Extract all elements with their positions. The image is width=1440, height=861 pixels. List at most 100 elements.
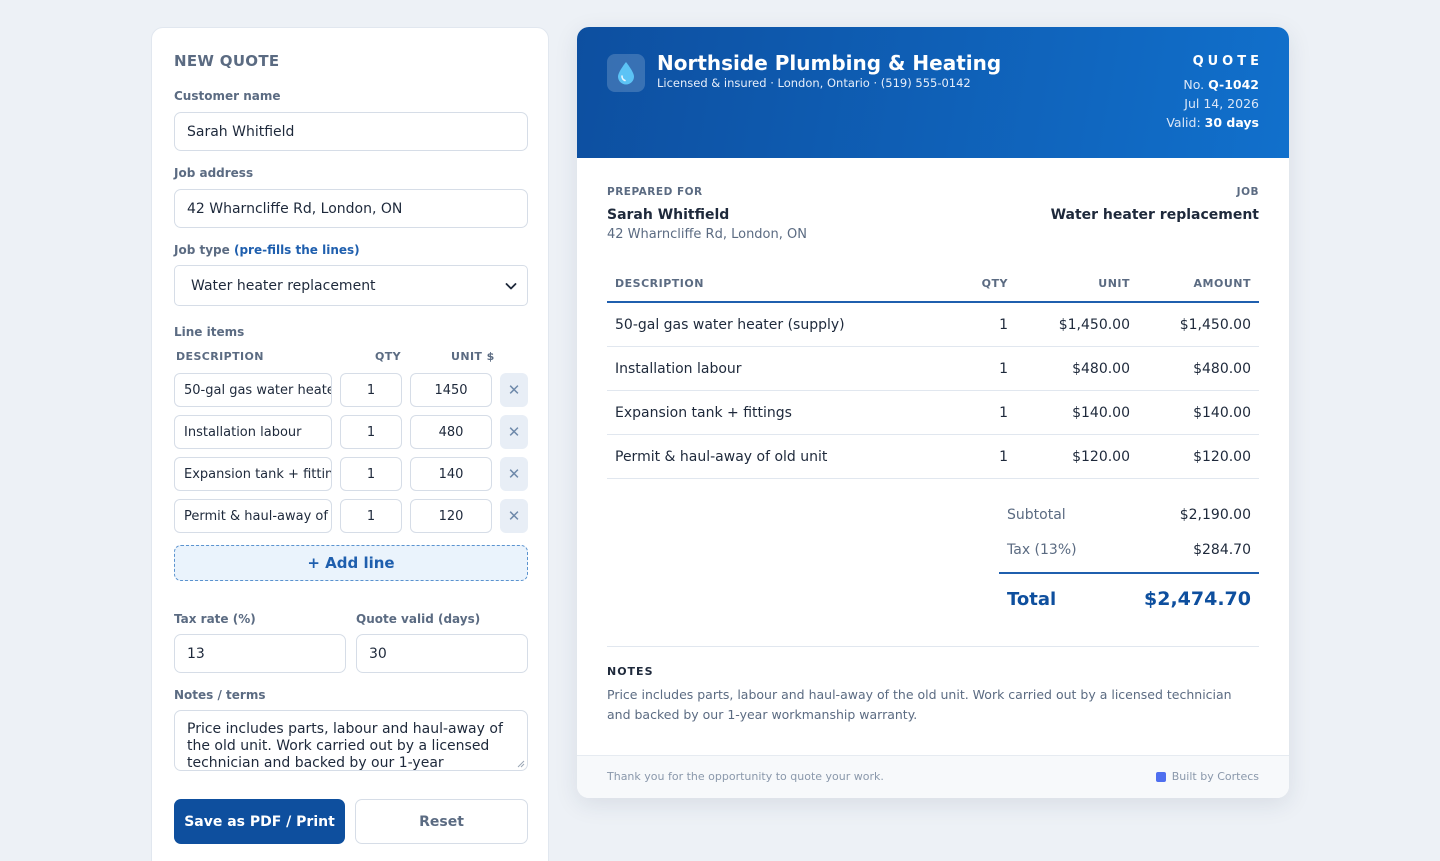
job-type-selected-value: Water heater replacement [191, 277, 376, 294]
chevron-down-icon [505, 283, 517, 290]
row-amount: $1,450.00 [1179, 317, 1251, 333]
job-type-label-text: Job type [174, 243, 230, 257]
tax-rate-label: Tax rate (%) [174, 612, 256, 626]
notes-terms-label: Notes / terms [174, 688, 266, 702]
quote-validity-value: 30 days [1204, 115, 1259, 130]
remove-line-button[interactable]: ✕ [500, 457, 528, 491]
remove-line-button[interactable]: ✕ [500, 373, 528, 407]
line-col-unit: UNIT $ [451, 350, 495, 363]
line-col-qty: QTY [375, 350, 402, 363]
job-name: Water heater replacement [1050, 207, 1259, 223]
business-name: Northside Plumbing & Heating [657, 51, 1002, 75]
total-value: $2,474.70 [1144, 588, 1251, 610]
notes-divider [607, 646, 1259, 647]
header-qty: QTY [981, 277, 1008, 290]
quote-number-label: No. [1183, 77, 1205, 92]
quote-valid-label: Quote valid (days) [356, 612, 481, 626]
save-pdf-print-button[interactable]: Save as PDF / Print [174, 799, 345, 844]
header-description: DESCRIPTION [615, 277, 704, 290]
line-qty-input[interactable]: 1 [340, 415, 402, 449]
row-amount: $140.00 [1193, 405, 1251, 421]
footer-thanks: Thank you for the opportunity to quote y… [607, 770, 884, 783]
row-qty: 1 [999, 405, 1008, 421]
business-logo [607, 54, 645, 92]
remove-line-button[interactable]: ✕ [500, 499, 528, 533]
notes-terms-textarea[interactable]: Price includes parts, labour and haul-aw… [174, 710, 528, 771]
quote-form-panel: NEW QUOTE Customer name Job address Job … [151, 27, 549, 861]
line-item-row: Installation labour 1 480 ✕ [174, 415, 528, 449]
line-unit-price-input[interactable]: 1450 [410, 373, 492, 407]
quote-validity: Valid: 30 days [1166, 115, 1259, 130]
job-address-input[interactable] [174, 189, 528, 228]
row-description: Expansion tank + fittings [615, 405, 792, 421]
line-description-input[interactable]: 50-gal gas water heater (supply) [174, 373, 332, 407]
quote-number: No. Q-1042 [1183, 77, 1259, 92]
subtotal-value: $2,190.00 [1179, 507, 1251, 523]
line-unit-price-input[interactable]: 140 [410, 457, 492, 491]
notes-heading: NOTES [607, 665, 654, 678]
line-col-description: DESCRIPTION [176, 350, 264, 363]
line-qty-input[interactable]: 1 [340, 457, 402, 491]
line-description-input[interactable]: Expansion tank + fittings [174, 457, 332, 491]
table-row: Permit & haul-away of old unit 1 $120.00… [607, 435, 1259, 479]
close-icon: ✕ [507, 507, 521, 525]
row-description: Permit & haul-away of old unit [615, 449, 828, 465]
customer-address: 42 Wharncliffe Rd, London, ON [607, 227, 807, 242]
business-details: Licensed & insured · London, Ontario · (… [657, 76, 971, 90]
form-title: NEW QUOTE [174, 52, 280, 70]
row-amount: $120.00 [1193, 449, 1251, 465]
quote-title: QUOTE [1192, 54, 1263, 69]
table-row: Installation labour 1 $480.00 $480.00 [607, 347, 1259, 391]
header-amount: AMOUNT [1193, 277, 1251, 290]
row-qty: 1 [999, 361, 1008, 377]
line-unit-price-input[interactable]: 480 [410, 415, 492, 449]
line-item-row: Permit & haul-away of old unit 1 120 ✕ [174, 499, 528, 533]
job-type-select[interactable]: Water heater replacement [174, 265, 528, 306]
row-unit: $120.00 [1072, 449, 1130, 465]
line-qty-input[interactable]: 1 [340, 373, 402, 407]
resize-grip-icon[interactable] [517, 760, 525, 768]
water-drop-icon [618, 62, 634, 85]
row-unit: $480.00 [1072, 361, 1130, 377]
row-unit: $140.00 [1072, 405, 1130, 421]
notes-text: Price includes parts, labour and haul-aw… [607, 687, 1232, 722]
prepared-for-heading: PREPARED FOR [607, 186, 703, 198]
job-address-label: Job address [174, 166, 254, 180]
close-icon: ✕ [507, 381, 521, 399]
line-qty-input[interactable]: 1 [340, 499, 402, 533]
customer-name-input[interactable] [174, 112, 528, 151]
tax-value: $284.70 [1193, 542, 1251, 558]
line-items-label: Line items [174, 325, 245, 339]
job-type-label: Job type (pre-fills the lines) [174, 243, 360, 257]
tax-rate-input[interactable] [174, 634, 346, 673]
total-label: Total [1007, 589, 1057, 610]
row-description: Installation labour [615, 361, 742, 377]
cortecs-badge-icon [1155, 771, 1166, 782]
quote-footer: Thank you for the opportunity to quote y… [577, 755, 1289, 798]
remove-line-button[interactable]: ✕ [500, 415, 528, 449]
quote-number-value: Q-1042 [1208, 77, 1259, 92]
customer-name: Sarah Whitfield [607, 207, 730, 223]
row-unit: $1,450.00 [1058, 317, 1130, 333]
line-item-row: 50-gal gas water heater (supply) 1 1450 … [174, 373, 528, 407]
row-qty: 1 [999, 449, 1008, 465]
job-type-hint: (pre-fills the lines) [233, 243, 360, 257]
reset-button[interactable]: Reset [355, 799, 528, 844]
row-description: 50-gal gas water heater (supply) [615, 317, 845, 333]
customer-name-label: Customer name [174, 89, 281, 103]
quote-date: Jul 14, 2026 [1184, 96, 1259, 111]
quote-valid-input[interactable] [356, 634, 528, 673]
quote-header: Northside Plumbing & Heating Licensed & … [577, 27, 1289, 158]
subtotal-label: Subtotal [1007, 507, 1066, 523]
quote-document: Northside Plumbing & Heating Licensed & … [577, 27, 1289, 798]
line-description-input[interactable]: Permit & haul-away of old unit [174, 499, 332, 533]
quote-validity-label: Valid: [1166, 115, 1201, 130]
footer-credit-text: Built by Cortecs [1171, 770, 1259, 783]
line-description-input[interactable]: Installation labour [174, 415, 332, 449]
table-row: 50-gal gas water heater (supply) 1 $1,45… [607, 303, 1259, 347]
add-line-button[interactable]: + Add line [174, 545, 528, 581]
close-icon: ✕ [507, 423, 521, 441]
header-unit: UNIT [1098, 277, 1130, 290]
footer-credit: Built by Cortecs [1155, 770, 1259, 783]
line-unit-price-input[interactable]: 120 [410, 499, 492, 533]
